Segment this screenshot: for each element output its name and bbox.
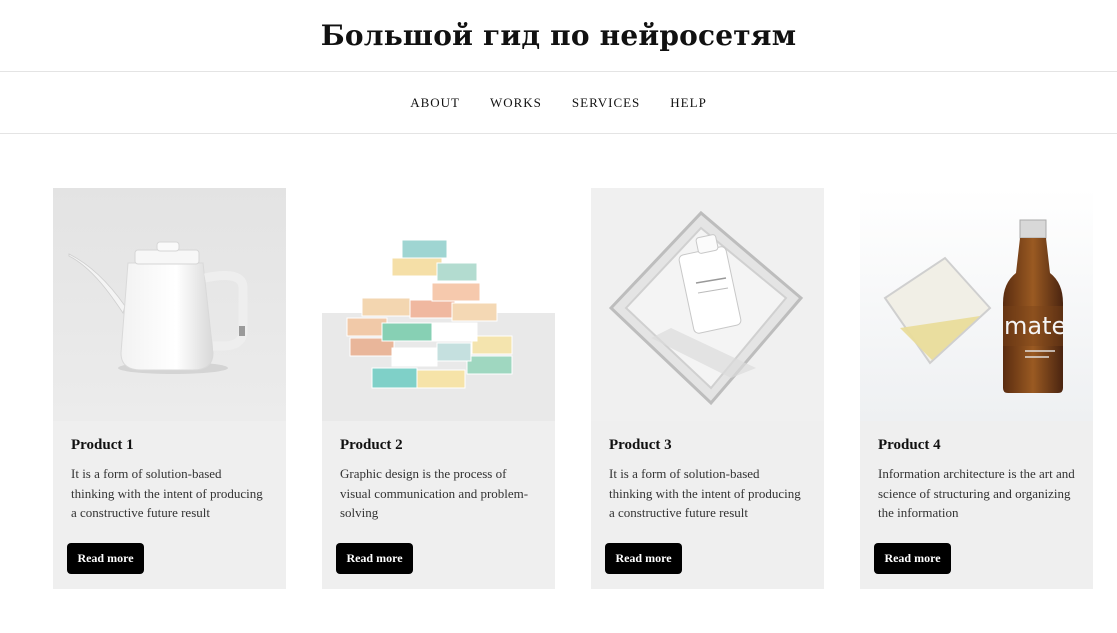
product-image-mate: mate bbox=[860, 188, 1093, 421]
product-card: Product 3 It is a form of solution-based… bbox=[591, 188, 824, 589]
product-title: Product 2 bbox=[340, 437, 403, 453]
product-description: Graphic design is the process of visual … bbox=[340, 466, 529, 520]
read-more-button[interactable]: Read more bbox=[874, 543, 951, 574]
site-title: Большой гид по нейросетям bbox=[320, 19, 797, 52]
main-nav: ABOUT WORKS SERVICES HELP bbox=[0, 72, 1117, 134]
read-more-button[interactable]: Read more bbox=[336, 543, 413, 574]
site-header: Большой гид по нейросетям bbox=[0, 0, 1117, 72]
read-more-button[interactable]: Read more bbox=[605, 543, 682, 574]
product-card: Product 1 It is a form of solution-based… bbox=[53, 188, 286, 589]
nav-link-works[interactable]: WORKS bbox=[490, 95, 542, 111]
product-title: Product 3 bbox=[609, 437, 672, 453]
nav-link-services[interactable]: SERVICES bbox=[572, 95, 640, 111]
read-more-button[interactable]: Read more bbox=[67, 543, 144, 574]
nav-link-help[interactable]: HELP bbox=[670, 95, 707, 111]
product-image-kettle bbox=[53, 188, 286, 421]
product-description: It is a form of solution-based thinking … bbox=[71, 466, 263, 520]
product-image-bottle-cube bbox=[591, 188, 824, 421]
product-card: mate Product 4 Information architecture … bbox=[860, 188, 1093, 589]
product-description: Information architecture is the art and … bbox=[878, 466, 1075, 520]
product-grid: Product 1 It is a form of solution-based… bbox=[53, 188, 1093, 589]
product-image-boxes bbox=[322, 188, 555, 421]
product-title: Product 1 bbox=[71, 437, 134, 453]
svg-text:mate: mate bbox=[1004, 312, 1066, 340]
nav-link-about[interactable]: ABOUT bbox=[410, 95, 460, 111]
product-title: Product 4 bbox=[878, 437, 941, 453]
product-description: It is a form of solution-based thinking … bbox=[609, 466, 801, 520]
product-card: Product 2 Graphic design is the process … bbox=[322, 188, 555, 589]
